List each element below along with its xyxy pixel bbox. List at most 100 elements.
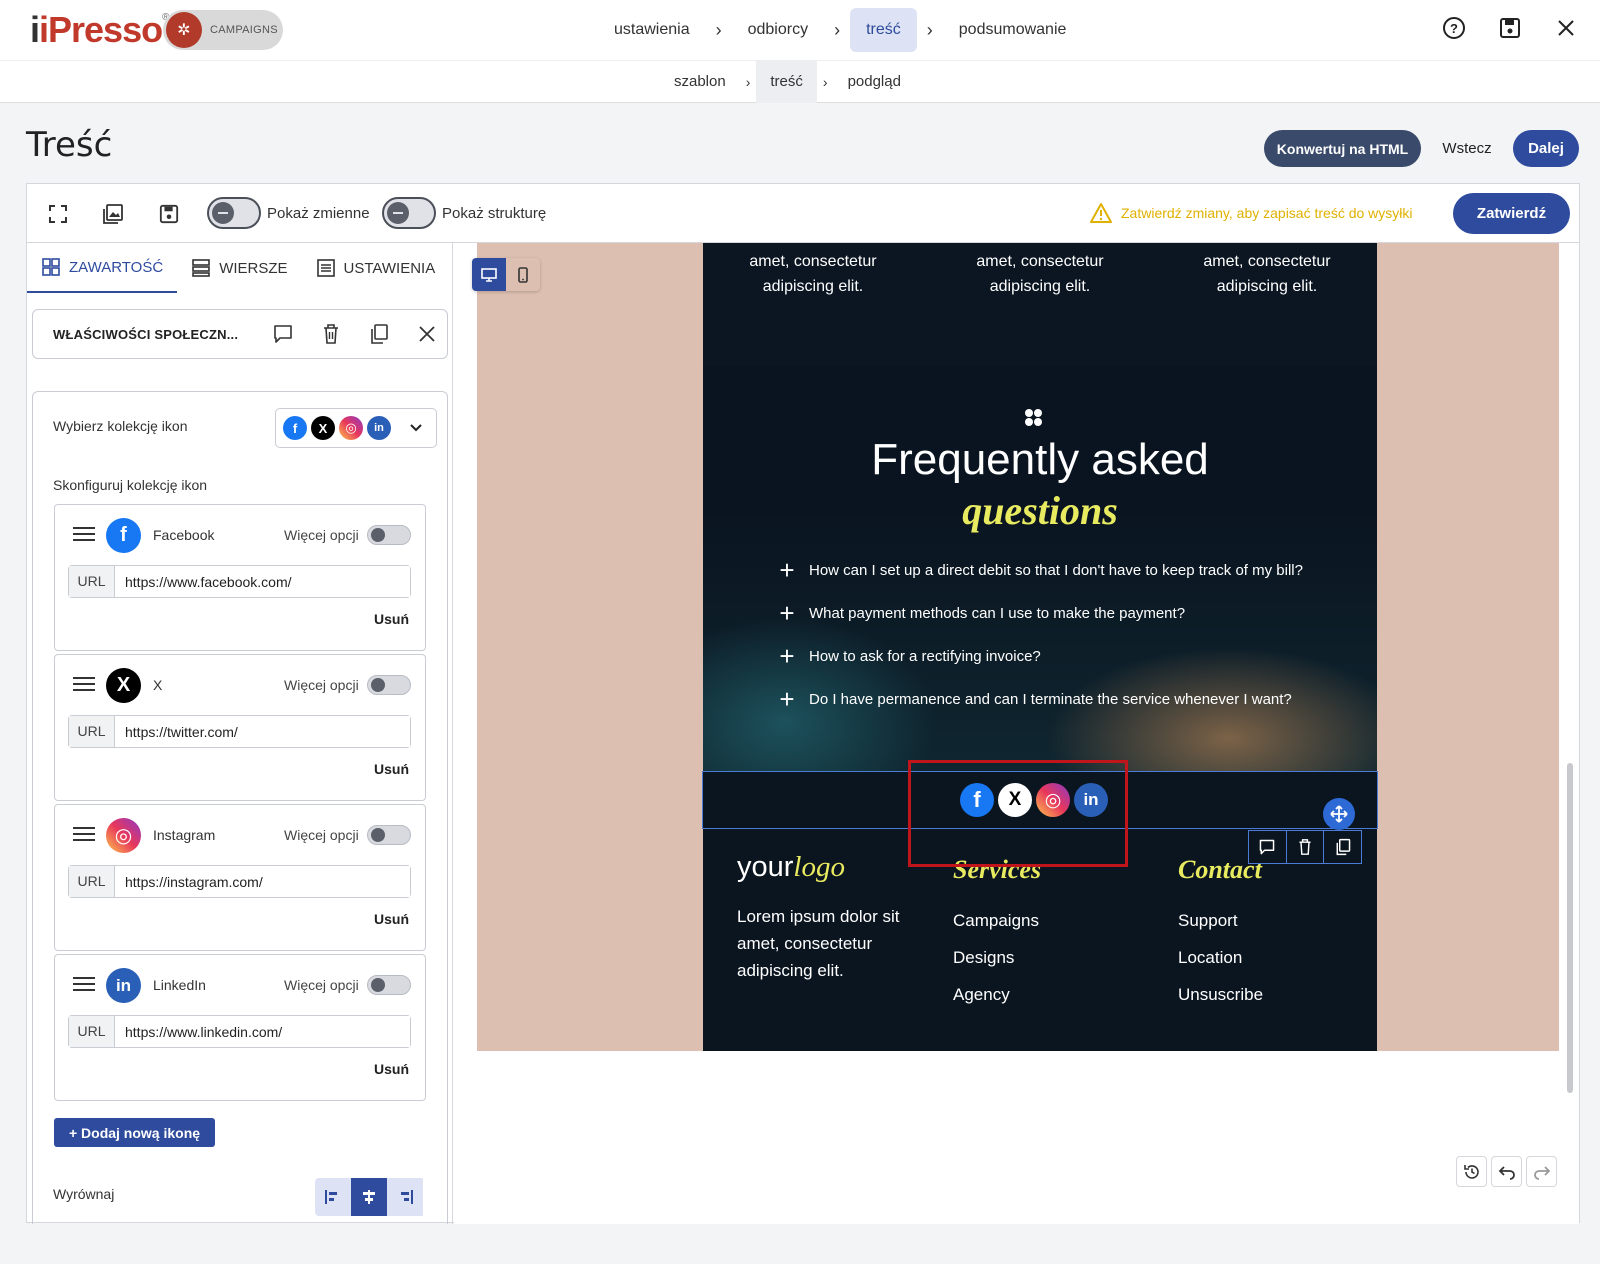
email-canvas: amet, consectetur adipiscing elit. amet,… <box>454 243 1579 1224</box>
alignment-buttons <box>315 1178 425 1216</box>
email-editor: Pokaż zmienne Pokaż strukturę Zatwierdź … <box>26 183 1580 1224</box>
url-input[interactable] <box>115 1016 410 1047</box>
duplicate-icon[interactable] <box>1324 831 1361 863</box>
plus-icon: + <box>68 1124 82 1141</box>
drag-handle-icon[interactable] <box>73 827 95 845</box>
add-icon-button[interactable]: + Dodaj nową ikonę <box>54 1118 215 1147</box>
align-center-icon[interactable] <box>351 1178 387 1216</box>
remove-link[interactable]: Usuń <box>374 611 409 627</box>
toggle-switch[interactable] <box>382 197 436 229</box>
url-prefix: URL <box>69 566 115 597</box>
x-icon: X <box>106 668 141 703</box>
text-columns-row[interactable]: amet, consectetur adipiscing elit. amet,… <box>703 243 1377 365</box>
icon-collection-select[interactable]: f X ◎ in <box>275 408 437 448</box>
url-input[interactable] <box>115 566 410 597</box>
remove-link[interactable]: Usuń <box>374 761 409 777</box>
comment-icon[interactable] <box>1249 831 1287 863</box>
configure-collection-label: Skonfiguruj kolekcję ikon <box>53 477 208 493</box>
fullscreen-icon[interactable] <box>45 201 71 227</box>
save-icon[interactable] <box>1496 14 1524 42</box>
toggle-switch[interactable] <box>207 197 261 229</box>
footer-logo: yourlogo <box>737 851 845 883</box>
convert-to-html-button[interactable]: Konwertuj na HTML <box>1264 130 1421 167</box>
faq-item[interactable]: + How can I set up a direct debit so tha… <box>777 555 1303 586</box>
align-right-icon[interactable] <box>387 1178 423 1216</box>
footer-link[interactable]: Unsuscribe <box>1178 985 1263 1005</box>
footer-link[interactable]: Agency <box>953 985 1010 1005</box>
substep-content[interactable]: treść <box>756 61 817 103</box>
trash-icon[interactable] <box>1287 831 1325 863</box>
close-icon[interactable] <box>1552 14 1580 42</box>
settings-doc-icon <box>316 259 335 277</box>
trash-icon[interactable] <box>319 322 343 346</box>
url-input[interactable] <box>115 866 410 897</box>
redo-icon[interactable] <box>1526 1156 1557 1187</box>
show-structure-toggle[interactable]: Pokaż strukturę <box>382 197 546 229</box>
step-content[interactable]: treść <box>850 8 917 52</box>
more-options-toggle[interactable] <box>367 825 411 845</box>
block-properties-header: WŁAŚCIWOŚCI SPOŁECZN... <box>32 309 448 359</box>
tab-content[interactable]: ZAWARTOŚĆ <box>27 243 178 293</box>
faq-title: Frequently asked <box>871 435 1209 484</box>
more-options-toggle[interactable] <box>367 525 411 545</box>
faq-subtitle: questions <box>962 488 1118 533</box>
sub-steps: szablon › treść › podgląd <box>660 61 915 103</box>
url-input[interactable] <box>115 716 410 747</box>
history-icon[interactable] <box>1456 1156 1487 1187</box>
faq-item[interactable]: + How to ask for a rectifying invoice? <box>777 641 1040 672</box>
duplicate-icon[interactable] <box>367 322 391 346</box>
grid-icon <box>42 258 60 276</box>
back-button[interactable]: Wstecz <box>1432 130 1502 167</box>
svg-text:?: ? <box>1450 21 1458 36</box>
faq-item[interactable]: + What payment methods can I use to make… <box>777 598 1185 629</box>
more-options-toggle[interactable] <box>367 975 411 995</box>
ipresso-logo[interactable]: iiPresso® <box>30 8 169 52</box>
show-variables-toggle[interactable]: Pokaż zmienne <box>207 197 370 229</box>
faq-section[interactable]: Frequently asked questions + How can I s… <box>703 365 1377 771</box>
faq-item[interactable]: + Do I have permanence and can I termina… <box>777 684 1292 715</box>
faq-question: Do I have permanence and can I terminate… <box>809 691 1292 708</box>
step-recipients[interactable]: odbiorcy <box>732 8 824 52</box>
desktop-icon[interactable] <box>472 258 506 291</box>
canvas-scrollbar[interactable] <box>1567 763 1573 1093</box>
choose-collection-label: Wybierz kolekcję ikon <box>53 418 188 434</box>
warning-icon <box>1090 203 1112 223</box>
linkedin-icon: in <box>367 416 391 440</box>
drag-handle-icon[interactable] <box>73 977 95 995</box>
undo-icon[interactable] <box>1491 1156 1522 1187</box>
drag-handle-icon[interactable] <box>73 527 95 545</box>
move-icon[interactable] <box>1323 798 1355 830</box>
url-field-group: URL <box>68 715 411 748</box>
substep-template[interactable]: szablon <box>660 61 740 103</box>
footer-link[interactable]: Location <box>1178 948 1242 968</box>
more-options-toggle[interactable] <box>367 675 411 695</box>
image-gallery-icon[interactable] <box>100 201 126 227</box>
substep-preview[interactable]: podgląd <box>834 61 915 103</box>
comment-icon[interactable] <box>271 322 295 346</box>
confirm-button[interactable]: Zatwierdź <box>1453 193 1570 234</box>
chevron-right-icon: › <box>745 74 751 90</box>
step-summary[interactable]: podsumowanie <box>943 8 1083 52</box>
footer-link[interactable]: Support <box>1178 911 1238 931</box>
step-settings[interactable]: ustawienia <box>598 8 706 52</box>
footer-description: Lorem ipsum dolor sit amet, consectetur … <box>737 907 900 980</box>
remove-link[interactable]: Usuń <box>374 911 409 927</box>
drag-handle-icon[interactable] <box>73 677 95 695</box>
save-template-icon[interactable] <box>156 201 182 227</box>
tab-settings[interactable]: USTAWIENIA <box>302 243 450 293</box>
plus-icon: + <box>779 684 795 714</box>
align-label: Wyrównaj <box>53 1186 115 1202</box>
footer-link[interactable]: Campaigns <box>953 911 1039 931</box>
footer-link[interactable]: Designs <box>953 948 1014 968</box>
social-name: Instagram <box>153 827 216 843</box>
tab-rows[interactable]: WIERSZE <box>177 243 301 293</box>
close-icon[interactable] <box>415 322 439 346</box>
next-button[interactable]: Dalej <box>1513 130 1579 167</box>
instagram-icon: ◎ <box>339 416 363 440</box>
align-left-icon[interactable] <box>315 1178 351 1216</box>
campaigns-module-pill[interactable]: ✲ CAMPAIGNS <box>163 10 283 50</box>
remove-link[interactable]: Usuń <box>374 1061 409 1077</box>
help-icon[interactable]: ? <box>1440 14 1468 42</box>
mobile-icon[interactable] <box>506 258 540 291</box>
social-name: LinkedIn <box>153 977 206 993</box>
